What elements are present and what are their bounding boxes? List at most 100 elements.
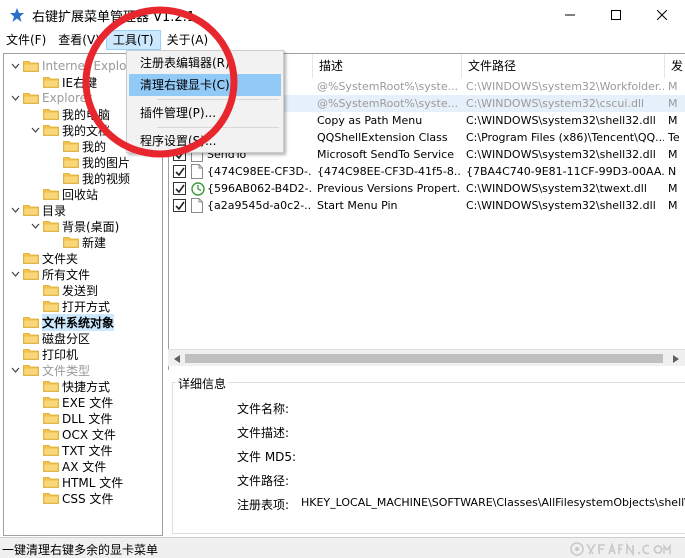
tree-item[interactable]: 目录 xyxy=(10,202,66,218)
tree-item[interactable]: 文件系统对象 xyxy=(10,313,115,331)
column-header-publisher[interactable]: 发 xyxy=(665,54,685,78)
tree-item-label: DLL 文件 xyxy=(62,411,113,426)
tree-item[interactable]: IE右键 xyxy=(30,74,97,90)
folder-icon xyxy=(23,364,39,376)
list-horizontal-scrollbar[interactable] xyxy=(168,349,685,366)
row-checkbox[interactable] xyxy=(173,199,186,212)
expand-chevron-icon[interactable] xyxy=(10,365,20,375)
menu-about[interactable]: 关于(A) xyxy=(161,30,215,50)
tree-item[interactable]: OCX 文件 xyxy=(30,426,116,442)
minimize-icon xyxy=(565,14,575,16)
menu-item-clean-gpu-menu[interactable]: 清理右键显卡(C) xyxy=(129,74,281,96)
tree-item[interactable]: 我的文档 xyxy=(30,122,110,138)
tree-item[interactable]: CSS 文件 xyxy=(30,490,113,506)
tree-item[interactable]: EXE 文件 xyxy=(30,394,113,410)
tree-item[interactable]: HTML 文件 xyxy=(30,474,123,490)
column-header-path[interactable]: 文件路径 xyxy=(462,54,665,78)
menu-tools[interactable]: 工具(T) xyxy=(105,30,161,50)
tree-item-label: 发送到 xyxy=(62,283,99,298)
minimize-button[interactable] xyxy=(547,0,593,30)
close-button[interactable] xyxy=(639,0,685,30)
menu-file[interactable]: 文件(F) xyxy=(0,30,52,50)
cell-publisher: M xyxy=(668,182,678,195)
tree-item[interactable]: TXT 文件 xyxy=(30,442,113,458)
maximize-icon xyxy=(611,10,621,20)
expand-chevron-icon[interactable] xyxy=(10,205,20,215)
tree-item-label: TXT 文件 xyxy=(62,443,113,458)
folder-icon xyxy=(43,492,59,504)
tree-item-label: IE右键 xyxy=(62,75,98,90)
menu-separator xyxy=(157,127,279,128)
row-checkbox[interactable] xyxy=(173,165,186,178)
folder-icon xyxy=(43,460,59,472)
tree-item[interactable]: 磁盘分区 xyxy=(10,330,90,346)
tree-item[interactable]: 新建 xyxy=(50,234,106,250)
expand-chevron-icon[interactable] xyxy=(10,61,20,71)
cell-description: {474C98EE-CF3D-41f5-8... xyxy=(317,165,460,178)
cell-publisher: M xyxy=(668,97,678,110)
title-bar: 右键扩展菜单管理器 V1.2.1 xyxy=(0,0,685,30)
tree-item[interactable]: 所有文件 xyxy=(10,266,90,282)
file-icon xyxy=(191,198,203,213)
expand-chevron-icon[interactable] xyxy=(30,221,40,231)
expand-chevron-icon[interactable] xyxy=(30,125,40,135)
window-title: 右键扩展菜单管理器 V1.2.1 xyxy=(32,9,196,25)
expand-chevron-icon[interactable] xyxy=(10,269,20,279)
tree-item[interactable]: 我的视频 xyxy=(50,170,130,186)
file-icon xyxy=(191,164,203,179)
tree-item-label: 文件夹 xyxy=(42,251,79,266)
cell-description: @%SystemRoot%\syste... xyxy=(317,97,459,110)
table-row[interactable]: {474C98EE-CF3D-... {474C98EE-CF3D-41f5-8.… xyxy=(169,163,685,180)
tree-item[interactable]: 打印机 xyxy=(10,346,78,362)
cell-description: Previous Versions Propert... xyxy=(317,182,460,195)
scroll-right-arrow[interactable] xyxy=(667,350,684,367)
menu-item-plugin-manager[interactable]: 插件管理(P)... xyxy=(129,102,281,124)
menu-item-program-settings[interactable]: 程序设置(S)... xyxy=(129,130,281,152)
tree-item[interactable]: 我的图片 xyxy=(50,154,130,170)
tree-item[interactable]: 快捷方式 xyxy=(30,378,110,394)
folder-icon xyxy=(43,188,59,200)
label-file-name: 文件名称: xyxy=(237,402,290,416)
details-legend: 详细信息 xyxy=(176,375,229,392)
tree-item[interactable]: 发送到 xyxy=(30,282,98,298)
maximize-button[interactable] xyxy=(593,0,639,30)
table-row[interactable]: {596AB062-B4D2-... Previous Versions Prop… xyxy=(169,180,685,197)
tree-item[interactable]: Explorer xyxy=(10,90,92,106)
menu-item-registry-editor[interactable]: 注册表编辑器(R) xyxy=(129,52,281,74)
tree-item-label: 磁盘分区 xyxy=(42,331,91,346)
scroll-left-arrow[interactable] xyxy=(168,350,185,367)
menu-view[interactable]: 查看(V) xyxy=(52,30,106,50)
label-registry-key: 注册表项: xyxy=(237,498,290,512)
tree-item[interactable]: DLL 文件 xyxy=(30,410,112,426)
tree-item[interactable]: Internet Explorer xyxy=(10,58,143,74)
table-row[interactable]: {a2a9545d-a0c2-... Start Menu Pin C:\WINDO… xyxy=(169,197,685,214)
tree-item[interactable]: AX 文件 xyxy=(30,458,106,474)
cell-description: Microsoft SendTo Service xyxy=(317,148,454,161)
tree-item[interactable]: 文件类型 xyxy=(10,362,90,378)
tree-item-label: 快捷方式 xyxy=(62,379,111,394)
expand-chevron-icon[interactable] xyxy=(10,93,20,103)
cell-path: C:\WINDOWS\system32\cscui.dll xyxy=(466,97,645,110)
tree-item[interactable]: 回收站 xyxy=(30,186,98,202)
tree-item[interactable]: 文件夹 xyxy=(10,250,78,266)
column-header-description[interactable]: 描述 xyxy=(313,54,462,78)
tree-item[interactable]: 背景(桌面) xyxy=(30,218,119,234)
folder-icon xyxy=(23,332,39,344)
scrollbar-thumb[interactable] xyxy=(185,354,663,363)
tree-item-label: 目录 xyxy=(42,203,67,218)
row-checkbox[interactable] xyxy=(173,182,186,195)
tree-item[interactable]: 我的 xyxy=(50,138,106,154)
tree-item[interactable]: 打开方式 xyxy=(30,298,110,314)
tree-item-label: 我的视频 xyxy=(82,171,131,186)
tree-item[interactable]: 我的电脑 xyxy=(30,106,110,122)
triangle-right-icon xyxy=(672,354,679,363)
cell-path: {7BA4C740-9E81-11CF-99D3-00AA... xyxy=(466,165,664,178)
